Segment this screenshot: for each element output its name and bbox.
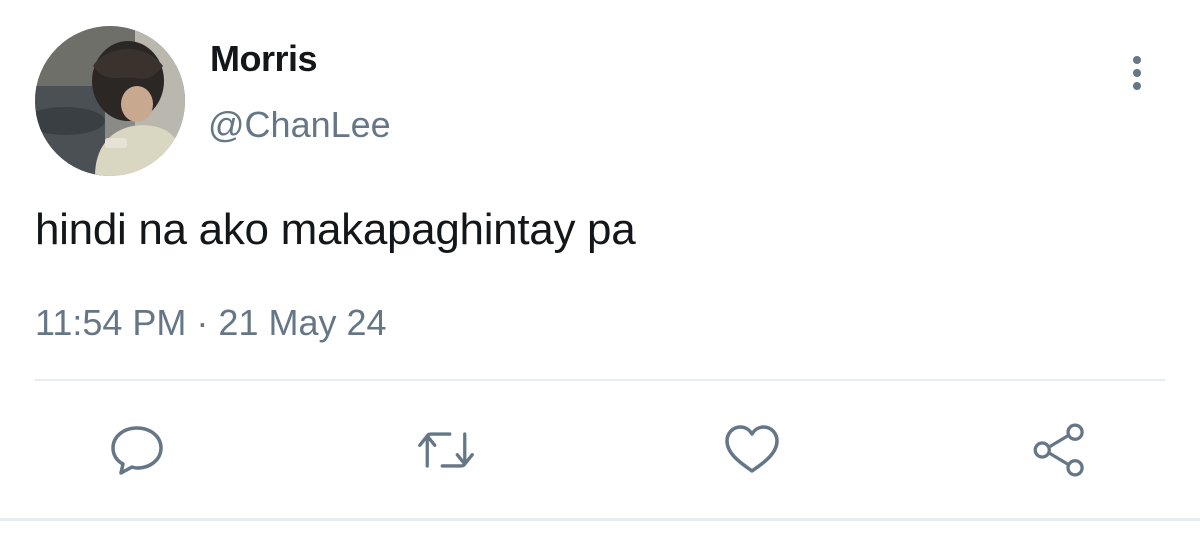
avatar[interactable] [35,26,185,176]
retweet-arrows-icon [418,432,474,468]
tweet-text: hindi na ako makapaghintay pa [35,205,636,254]
vertical-dots-icon [1133,56,1141,90]
like-button[interactable] [722,420,782,480]
divider [35,379,1165,381]
share-button[interactable] [1031,420,1091,480]
tweet-card: Morris @ChanLee hindi na ako makapaghint… [0,0,1200,539]
share-nodes-icon [1033,423,1084,477]
heart-icon [725,425,779,473]
user-handle[interactable]: @ChanLee [208,104,391,146]
more-options-button[interactable] [1118,48,1158,98]
bottom-border [0,518,1200,521]
display-name[interactable]: Morris [210,38,318,80]
tweet-timestamp[interactable]: 11:54 PM · 21 May 24 [35,302,387,344]
reply-button[interactable] [107,420,167,480]
timestamp-separator: · [186,302,219,343]
profile-photo [35,26,185,176]
tweet-time: 11:54 PM [35,302,187,343]
speech-bubble-icon [111,426,163,475]
tweet-date: 21 May 24 [218,302,387,343]
retweet-button[interactable] [416,420,476,480]
